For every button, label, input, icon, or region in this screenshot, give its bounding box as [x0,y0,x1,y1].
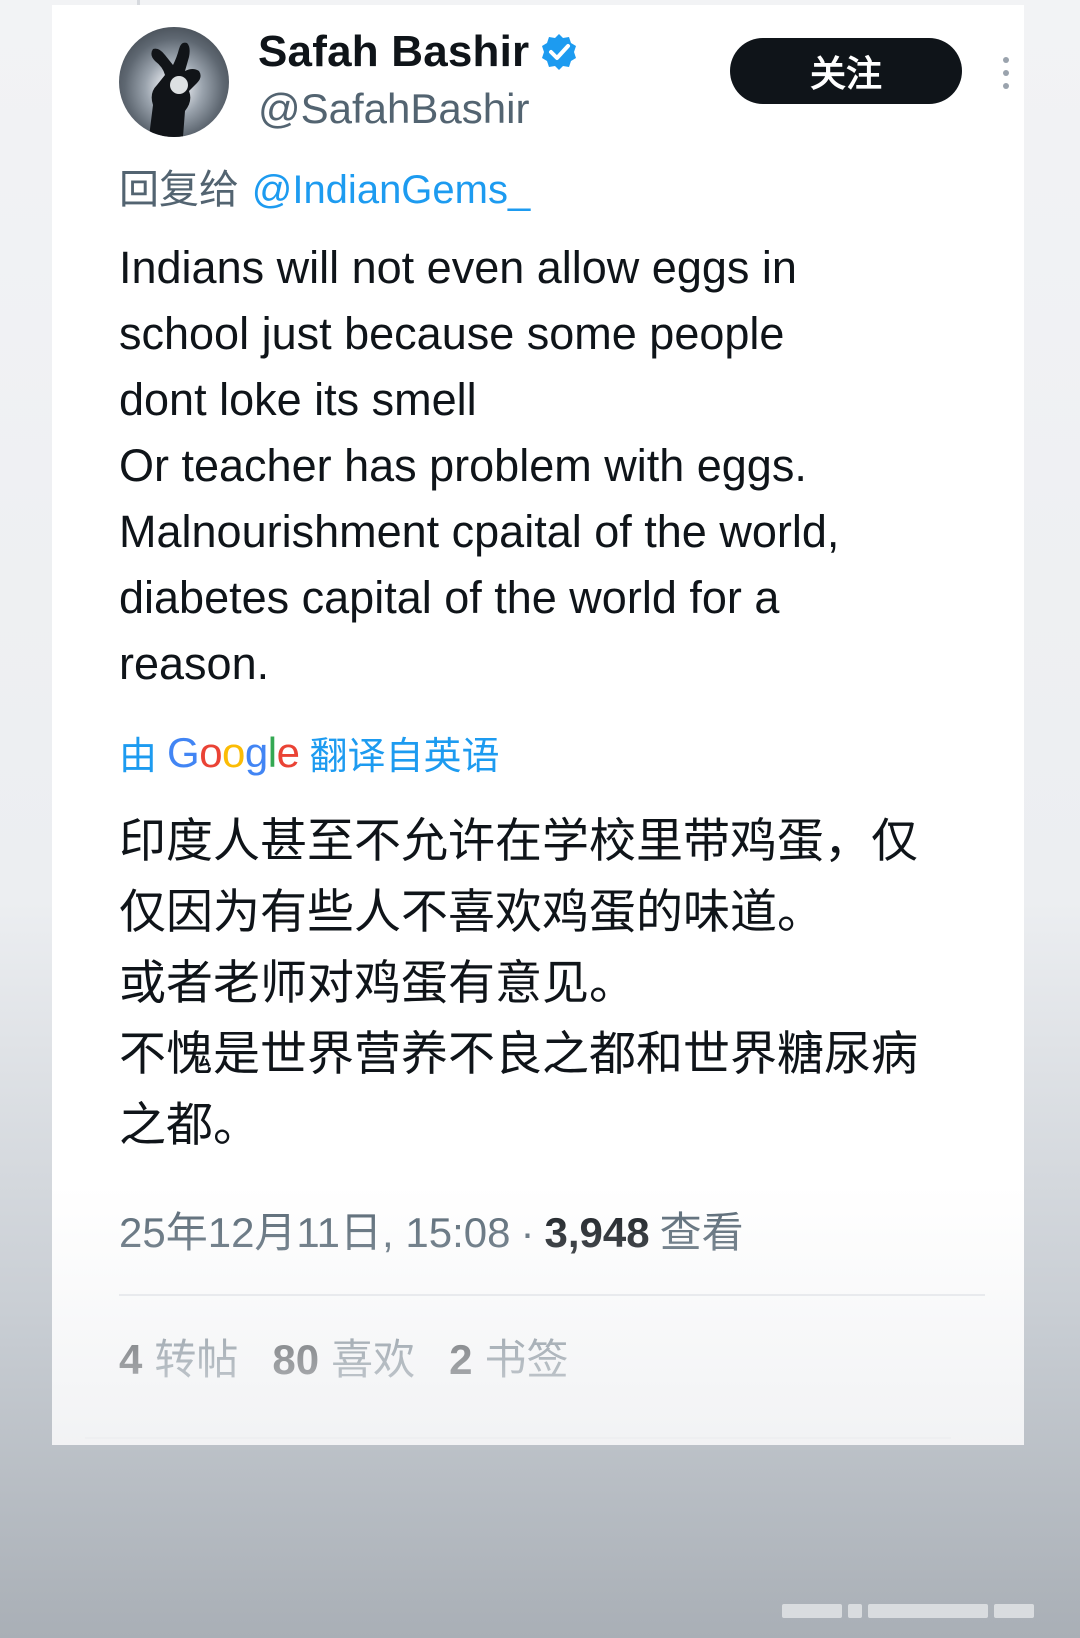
avatar[interactable] [119,27,229,137]
translate-suffix: 翻译自英语 [309,734,500,778]
bottom-divider [85,1437,951,1439]
reposts-label: 转帖 [154,1335,239,1384]
tweet-card: Safah Bashir @SafahBashir 关注 回复给 @Indian… [52,5,1024,1445]
tweet-meta: 25年12月11日, 15:08 · 3,948 查看 [119,1199,990,1260]
likes-count: 80 [272,1336,320,1383]
hand-silhouette-icon [149,42,201,137]
reposts-stat[interactable]: 4 转帖 [119,1326,238,1387]
views-count: 3,948 [544,1209,650,1256]
bookmarks-stat[interactable]: 2 书签 [449,1326,568,1387]
verified-badge-icon [542,34,577,70]
timestamp-link[interactable]: 25年12月11日, 15:08 [119,1199,510,1260]
divider [119,1294,985,1296]
reposts-count: 4 [119,1336,143,1383]
likes-label: 喜欢 [331,1335,416,1384]
watermark-decoration [782,1604,1052,1624]
meta-separator: · [520,1209,535,1256]
bookmarks-label: 书签 [484,1335,569,1384]
google-logo: Google [167,728,300,776]
tweet-text-original: Indians will not even allow eggs in scho… [119,242,840,689]
engagement-stats: 4 转帖 80 喜欢 2 书签 [119,1326,990,1387]
user-handle[interactable]: @SafahBashir [258,85,529,133]
likes-stat[interactable]: 80 喜欢 [272,1326,415,1387]
reply-to-line: 回复给 @IndianGems_ [119,157,990,215]
reply-mention-link[interactable]: @IndianGems_ [252,168,531,212]
reply-prefix: 回复给 [119,167,239,213]
translate-prefix: 由 [119,734,158,778]
tweet-text-translated: 印度人甚至不允许在学校里带鸡蛋，仅 仅因为有些人不喜欢鸡蛋的味道。 或者老师对鸡… [119,814,918,1153]
views-label: 查看 [659,1208,744,1257]
bookmarks-count: 2 [449,1336,473,1383]
tweet-header: Safah Bashir @SafahBashir 关注 [86,5,1009,145]
translation-attribution[interactable]: 由 Google 翻译自英语 [119,725,990,780]
display-name[interactable]: Safah Bashir [258,27,529,77]
follow-button[interactable]: 关注 [730,38,962,104]
name-row: Safah Bashir [258,27,579,77]
more-vertical-icon[interactable] [1000,57,1012,93]
